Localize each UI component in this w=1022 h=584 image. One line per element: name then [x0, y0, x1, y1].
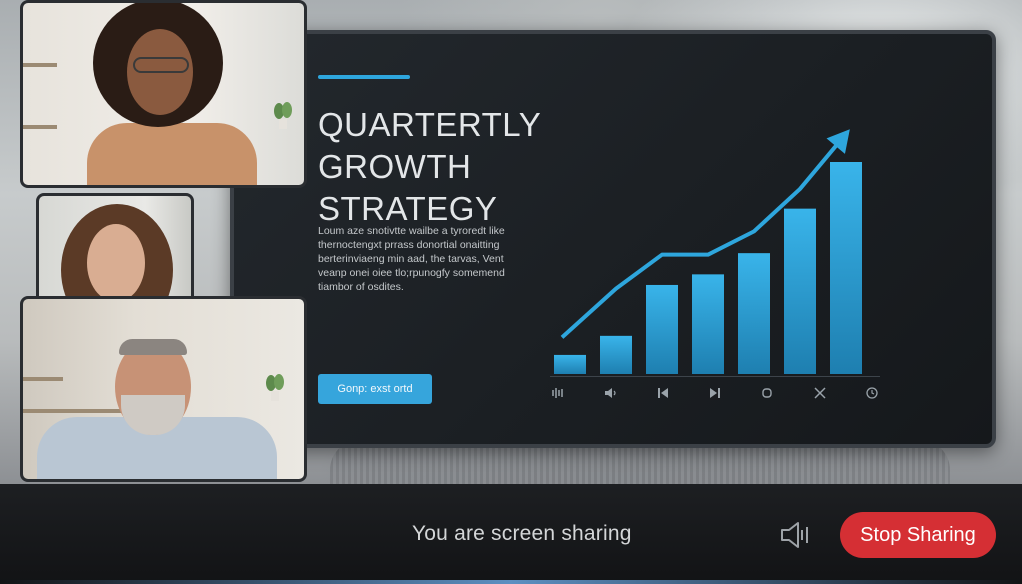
- bookshelf: [23, 377, 63, 381]
- participant-video-tile[interactable]: [20, 0, 307, 188]
- timer-icon[interactable]: [864, 385, 880, 401]
- slide-body-line: tiambor of osdites.: [318, 281, 404, 293]
- plant-icon: [266, 374, 284, 401]
- chart-bar: [646, 284, 678, 374]
- slide-body-line: thernoctengxt prrass donortial onaitting: [318, 239, 500, 251]
- previous-icon[interactable]: [655, 385, 671, 401]
- bookshelf: [23, 63, 57, 67]
- next-icon[interactable]: [707, 385, 723, 401]
- bookshelf: [23, 125, 57, 129]
- shared-slide: QUARTERTLY GROWTH STRATEGY Loum aze snot…: [230, 30, 996, 448]
- chart-bar: [784, 208, 816, 374]
- mute-audio-button[interactable]: [776, 518, 814, 552]
- chart-bar: [554, 354, 586, 374]
- waveform-icon[interactable]: [550, 385, 566, 401]
- screen-sharing-status: You are screen sharing: [412, 522, 632, 545]
- chart-bar: [830, 162, 862, 374]
- chart-bar: [692, 274, 724, 374]
- slide-body-line: berterinviaeng min aad, the tarvas, Vent: [318, 253, 504, 265]
- loop-icon[interactable]: [759, 385, 775, 401]
- slide-body-line: veanp onei oiee tlo;rpunogfy somemend: [318, 267, 505, 279]
- speaker-muted-icon: [781, 522, 808, 548]
- slide-cta-button[interactable]: Gonp: exst ortd: [318, 374, 432, 404]
- stop-sharing-button[interactable]: Stop Sharing: [840, 512, 996, 558]
- volume-icon[interactable]: [602, 385, 618, 401]
- chart-bar: [600, 335, 632, 374]
- plant-icon: [274, 102, 292, 129]
- growth-bar-chart: [554, 129, 862, 374]
- slide-accent-bar: [318, 75, 410, 79]
- shuffle-icon[interactable]: [812, 385, 828, 401]
- bar-glow: [0, 580, 1022, 584]
- slide-body: Loum aze snotivtte wailbe a tyroredt lik…: [318, 224, 518, 294]
- slide-body-line: Loum aze snotivtte wailbe a tyroredt lik…: [318, 225, 505, 237]
- chart-bar: [738, 253, 770, 374]
- participant-video-tile[interactable]: [20, 296, 307, 482]
- chart-bars: [554, 162, 862, 374]
- playback-controls: [550, 376, 880, 400]
